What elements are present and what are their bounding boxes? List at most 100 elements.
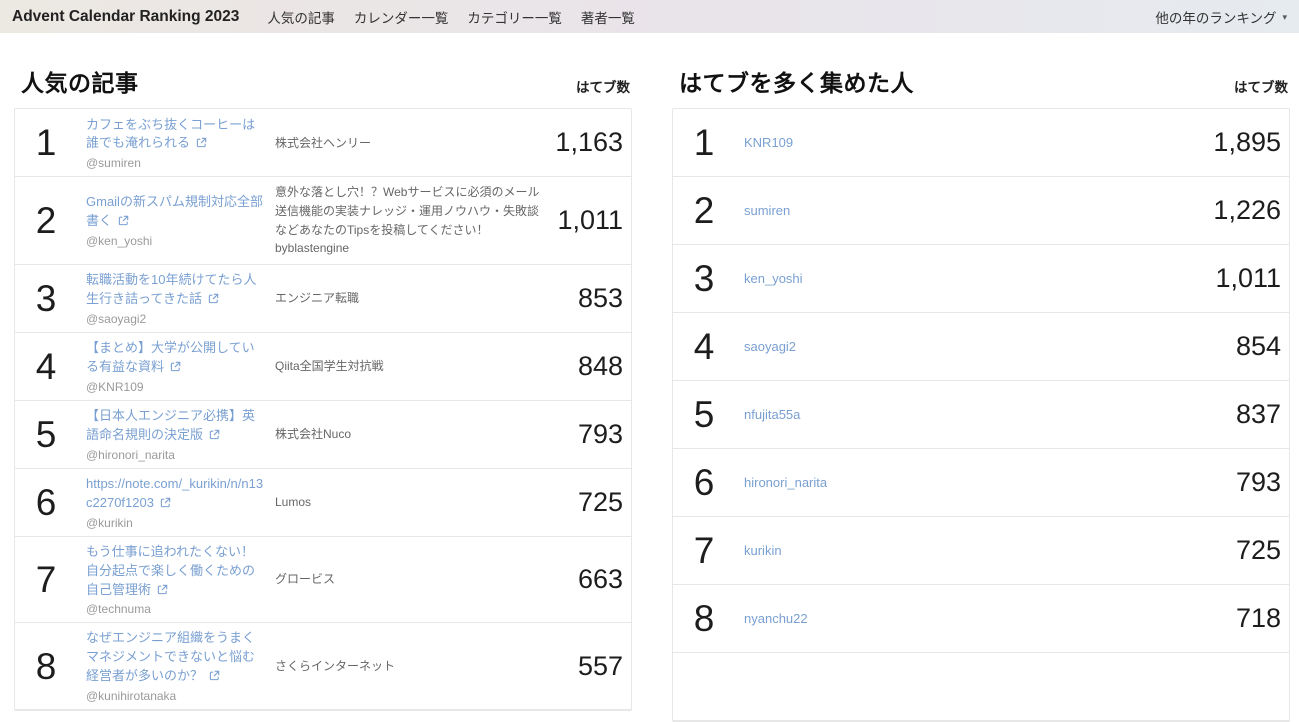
chevron-down-icon: ▾ (1282, 12, 1287, 22)
hatebu-count: 793 (577, 418, 623, 449)
author-handle[interactable]: @ken_yoshi (86, 234, 275, 248)
article-title: なぜエンジニア組織をうまくマネジメントできないと悩む経営者が多いのか？ (86, 630, 256, 684)
calendar-name: グロービス (275, 572, 336, 587)
article-row: 3 転職活動を10年続けてたら人生行き詰ってきた話 @saoyagi2 エンジニ… (15, 265, 631, 333)
calendar-name: エンジニア転職 (275, 291, 360, 306)
article-title-link[interactable]: 【日本人エンジニア必携】英語命名規則の決定版 (86, 407, 264, 445)
main-nav: 人気の記事 カレンダー一覧 カテゴリー一覧 著者一覧 (267, 7, 635, 27)
rank-number: 1 (693, 122, 715, 164)
hatebu-count: 853 (577, 282, 623, 313)
rank-number: 4 (693, 326, 715, 368)
author-handle[interactable]: @KNR109 (86, 380, 275, 394)
user-row-partial (673, 653, 1289, 722)
rank-number: 6 (693, 462, 715, 504)
rank-number: 5 (35, 413, 57, 455)
top-users-section: はてブを多く集めた人 はてブ数 1 KNR109 1,895 2 sumiren… (672, 70, 1290, 722)
user-row: 1 KNR109 1,895 (673, 109, 1289, 178)
site-title[interactable]: Advent Calendar Ranking 2023 (12, 8, 239, 26)
article-title-link[interactable]: もう仕事に追われたくない！自分起点で楽しく働くための自己管理術 (86, 543, 264, 600)
year-ranking-dropdown[interactable]: 他の年のランキング ▾ (1155, 7, 1287, 27)
article-title: もう仕事に追われたくない！自分起点で楽しく働くための自己管理術 (86, 543, 256, 597)
external-link-icon (118, 215, 128, 226)
user-name-link[interactable]: ken_yoshi (735, 271, 803, 286)
hatebu-count: 718 (1235, 603, 1281, 634)
article-row: 8 なぜエンジニア組織をうまくマネジメントできないと悩む経営者が多いのか？ @k… (15, 623, 631, 710)
article-cell: もう仕事に追われたくない！自分起点で楽しく働くための自己管理術 @technum… (77, 543, 275, 617)
article-cell: Gmailの新スパム規制対応全部書く @ken_yoshi (77, 193, 275, 248)
nav-category-list[interactable]: カテゴリー一覧 (467, 7, 562, 27)
article-row: 5 【日本人エンジニア必携】英語命名規則の決定版 @hironori_narit… (15, 401, 631, 469)
article-title-link[interactable]: 転職活動を10年続けてたら人生行き詰ってきた話 (86, 271, 264, 309)
article-row: 6 https://note.com/_kurikin/n/n13c2270f1… (15, 469, 631, 537)
hatebu-count: 1,895 (1213, 127, 1281, 158)
top-users-header: はてブを多く集めた人 はてブ数 (679, 70, 1288, 96)
article-cell: 転職活動を10年続けてたら人生行き詰ってきた話 @saoyagi2 (77, 271, 275, 326)
hatebu-count: 848 (577, 350, 623, 381)
user-name-link[interactable]: kurikin (735, 543, 782, 558)
article-row: 7 もう仕事に追われたくない！自分起点で楽しく働くための自己管理術 @techn… (15, 537, 631, 624)
ranking-content: 人気の記事 はてブ数 1 カフェをぶち抜くコーヒーは誰でも淹れられる @sumi… (0, 33, 1299, 722)
user-name-link[interactable]: saoyagi2 (735, 339, 796, 354)
rank-number: 8 (693, 598, 715, 640)
external-link-icon (160, 497, 170, 507)
hatebu-count-column-header: はてブ数 (1234, 80, 1288, 96)
top-users-title: はてブを多く集めた人 (679, 70, 914, 96)
user-row: 2 sumiren 1,226 (673, 177, 1289, 246)
article-cell: 【まとめ】大学が公開している有益な資料 @KNR109 (77, 339, 275, 394)
author-handle[interactable]: @kunihirotanaka (86, 689, 275, 703)
user-row: 6 hironori_narita 793 (673, 449, 1289, 518)
year-ranking-dropdown-label: 他の年のランキング (1155, 10, 1277, 26)
hatebu-count: 663 (577, 564, 623, 595)
calendar-name: 株式会社Nuco (275, 427, 352, 442)
calendar-name: Qiita全国学生対抗戦 (275, 359, 384, 374)
user-name-link[interactable]: hironori_narita (735, 475, 827, 490)
article-title-link[interactable]: 【まとめ】大学が公開している有益な資料 (86, 339, 264, 377)
hatebu-count: 1,226 (1213, 195, 1281, 226)
article-row: 1 カフェをぶち抜くコーヒーは誰でも淹れられる @sumiren 株式会社ヘンリ… (15, 109, 631, 178)
author-handle[interactable]: @technuma (86, 602, 275, 616)
hatebu-count: 557 (577, 650, 623, 681)
article-cell: 【日本人エンジニア必携】英語命名規則の決定版 @hironori_narita (77, 407, 275, 462)
article-row: 4 【まとめ】大学が公開している有益な資料 @KNR109 Qiita全国学生対… (15, 333, 631, 401)
navbar: Advent Calendar Ranking 2023 人気の記事 カレンダー… (0, 0, 1299, 33)
calendar-name: 株式会社ヘンリー (275, 135, 372, 150)
user-name-link[interactable]: KNR109 (735, 135, 793, 150)
article-title: カフェをぶち抜くコーヒーは誰でも淹れられる (86, 116, 256, 151)
nav-popular-articles[interactable]: 人気の記事 (267, 7, 335, 27)
author-handle[interactable]: @saoyagi2 (86, 312, 275, 326)
article-title-link[interactable]: なぜエンジニア組織をうまくマネジメントできないと悩む経営者が多いのか？ (86, 629, 264, 686)
article-title: 【日本人エンジニア必携】英語命名規則の決定版 (86, 407, 256, 442)
article-title-link[interactable]: カフェをぶち抜くコーヒーは誰でも淹れられる (86, 116, 264, 154)
user-name-link[interactable]: nyanchu22 (735, 611, 808, 626)
user-row: 8 nyanchu22 718 (673, 585, 1289, 654)
nav-calendar-list[interactable]: カレンダー一覧 (354, 7, 449, 27)
popular-articles-title: 人気の記事 (21, 70, 139, 96)
rank-number: 3 (693, 258, 715, 300)
external-link-icon (196, 138, 206, 148)
article-cell: なぜエンジニア組織をうまくマネジメントできないと悩む経営者が多いのか？ @kun… (77, 629, 275, 703)
author-handle[interactable]: @hironori_narita (86, 448, 275, 462)
external-link-icon (208, 293, 218, 303)
article-title: https://note.com/_kurikin/n/n13c2270f120… (86, 475, 264, 510)
user-row: 7 kurikin 725 (673, 517, 1289, 586)
external-link-icon (209, 670, 219, 681)
article-title: Gmailの新スパム規制対応全部書く (86, 194, 263, 229)
hatebu-count: 1,011 (557, 205, 623, 236)
article-title-link[interactable]: Gmailの新スパム規制対応全部書く (86, 193, 264, 231)
author-handle[interactable]: @sumiren (86, 156, 275, 170)
rank-number: 2 (693, 190, 715, 232)
user-name-link[interactable]: nfujita55a (735, 407, 800, 422)
article-title: 転職活動を10年続けてたら人生行き詰ってきた話 (86, 271, 257, 306)
user-row: 4 saoyagi2 854 (673, 313, 1289, 382)
article-title-link[interactable]: https://note.com/_kurikin/n/n13c2270f120… (86, 475, 264, 513)
author-handle[interactable]: @kurikin (86, 516, 275, 530)
rank-number: 7 (693, 530, 715, 572)
hatebu-count: 725 (1235, 535, 1281, 566)
popular-articles-table: 1 カフェをぶち抜くコーヒーは誰でも淹れられる @sumiren 株式会社ヘンリ… (14, 108, 632, 711)
nav-author-list[interactable]: 著者一覧 (581, 7, 635, 27)
calendar-name: 意外な落とし穴！？Webサービスに必須のメール送信機能の実装ナレッジ・運用ノウハ… (275, 185, 540, 256)
rank-number: 4 (35, 345, 57, 387)
external-link-icon (157, 584, 167, 594)
user-name-link[interactable]: sumiren (735, 203, 790, 218)
article-row: 2 Gmailの新スパム規制対応全部書く @ken_yoshi 意外な落とし穴！… (15, 177, 631, 265)
